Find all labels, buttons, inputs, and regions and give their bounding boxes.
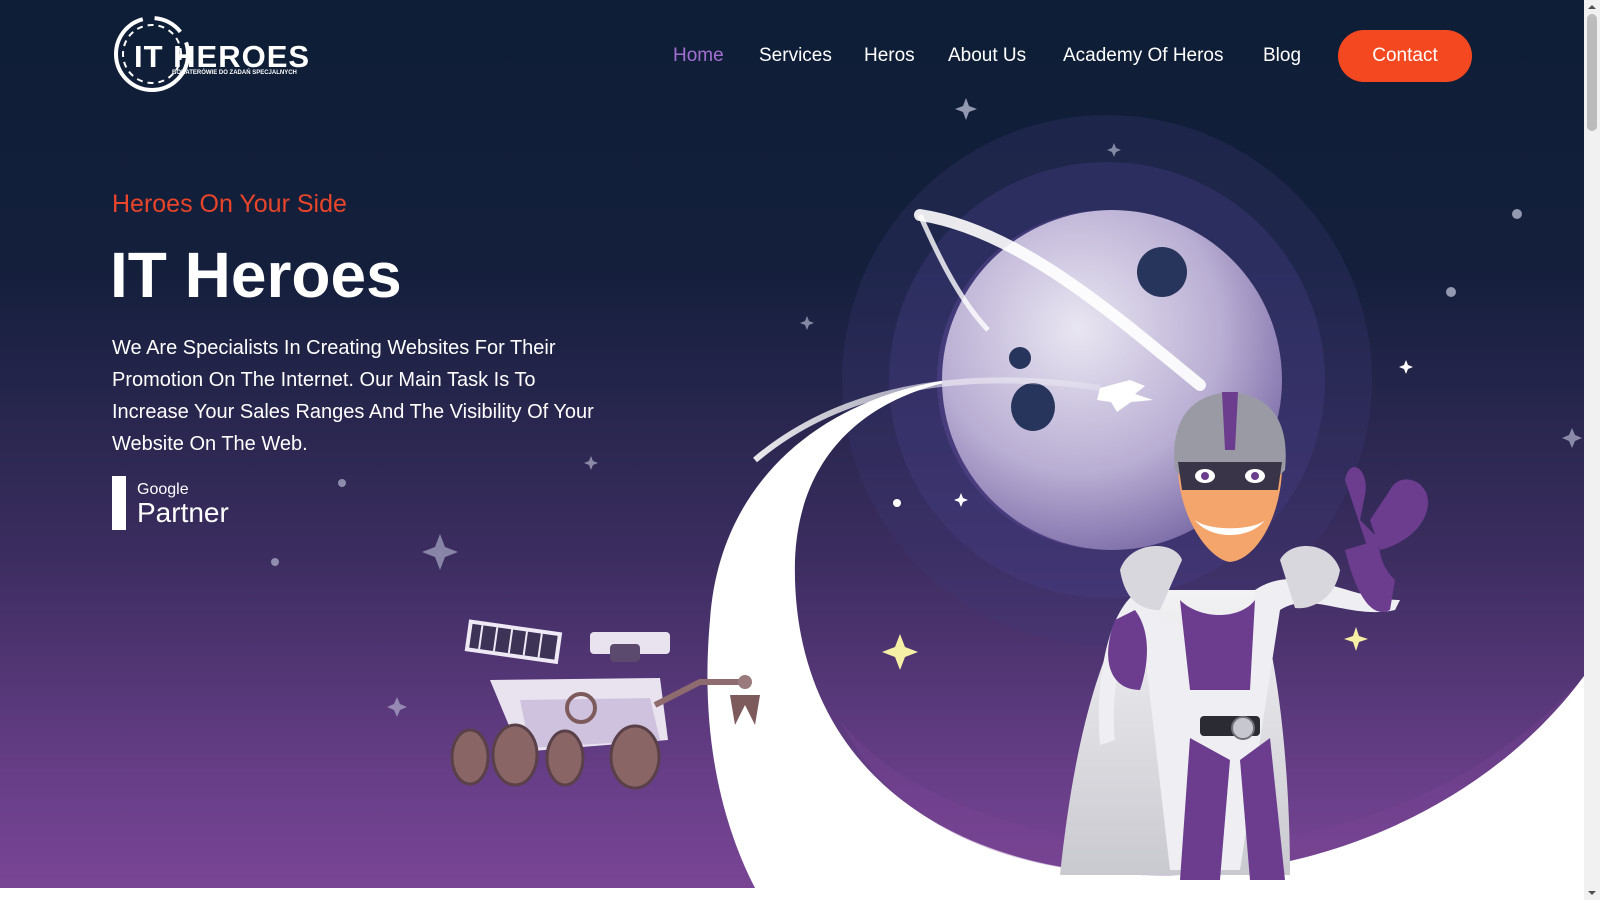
partner-badge-bar bbox=[112, 476, 126, 530]
section-divider bbox=[0, 888, 1584, 900]
hero-eyebrow: Heroes On Your Side bbox=[112, 190, 347, 218]
nav-item-heros[interactable]: Heros bbox=[864, 45, 915, 67]
scrollbar-thumb[interactable] bbox=[1587, 14, 1597, 131]
nav-item-academy-of-heros[interactable]: Academy Of Heros bbox=[1063, 45, 1224, 67]
vertical-scrollbar[interactable] bbox=[1584, 0, 1600, 900]
nav-item-about-us[interactable]: About Us bbox=[948, 45, 1026, 67]
hero-title: IT Heroes bbox=[110, 239, 402, 311]
nav-item-home[interactable]: Home bbox=[673, 45, 724, 67]
hero-page: IT HEROES BOHATERÓWIE DO ZADAŃ SPECJALNY… bbox=[0, 0, 1584, 900]
nav-item-services[interactable]: Services bbox=[759, 45, 832, 67]
partner-badge-partner: Partner bbox=[137, 497, 229, 528]
google-partner-badge[interactable]: Google Partner bbox=[112, 476, 252, 530]
hero-description: We Are Specialists In Creating Websites … bbox=[112, 337, 594, 455]
arrow-up-icon[interactable] bbox=[1584, 0, 1600, 14]
contact-button[interactable]: Contact bbox=[1338, 30, 1472, 82]
arrow-down-icon[interactable] bbox=[1584, 886, 1600, 900]
nav-item-blog[interactable]: Blog bbox=[1263, 45, 1301, 67]
